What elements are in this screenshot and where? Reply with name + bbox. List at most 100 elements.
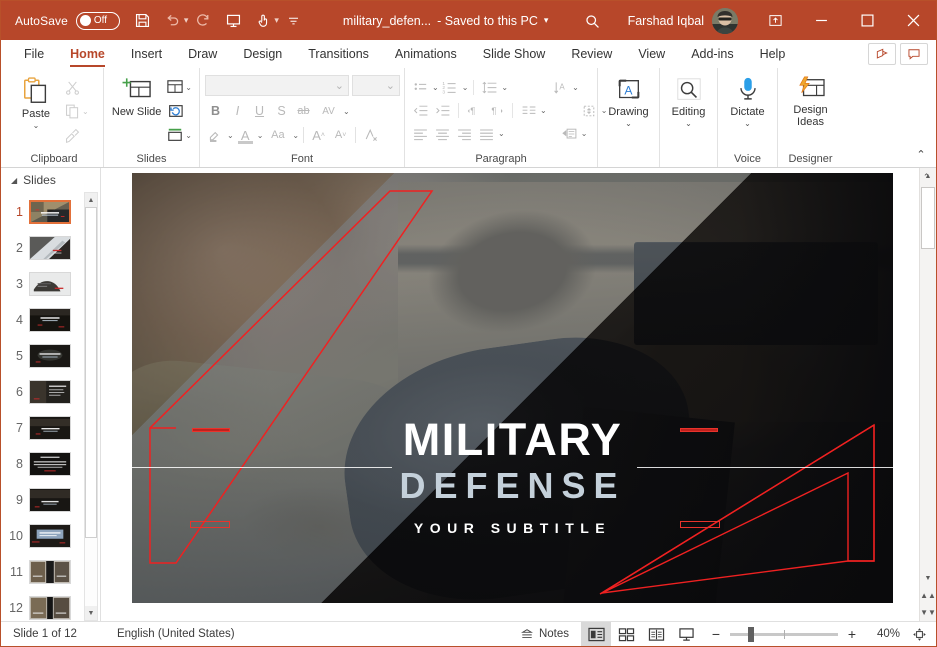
increase-indent-icon[interactable] (432, 100, 453, 121)
underline-button[interactable]: U (249, 101, 270, 122)
align-right-icon[interactable] (454, 123, 475, 144)
redo-icon[interactable] (188, 6, 218, 36)
drawing-button[interactable]: A Drawing ⌄ (603, 73, 654, 128)
tab-insert[interactable]: Insert (118, 40, 175, 68)
layout-button[interactable]: ⌄ (164, 76, 194, 98)
copy-dropdown-icon[interactable]: ⌄ (82, 107, 89, 116)
bullets-dropdown-icon[interactable]: ⌄ (432, 83, 439, 92)
thumbnail-scroll-thumb[interactable] (85, 207, 97, 539)
slide-vertical-scrollbar[interactable]: ▲ ▼ ▲▲ ▼▼ (919, 168, 936, 621)
drawing-dropdown-icon[interactable]: ⌄ (625, 119, 632, 128)
bullets-icon[interactable] (410, 77, 431, 98)
comments-button[interactable] (900, 43, 928, 65)
design-ideas-button[interactable]: Design Ideas (783, 73, 838, 128)
line-spacing-dropdown-icon[interactable]: ⌄ (501, 83, 508, 92)
slide-title-placeholder[interactable]: MILITARY DEFENSE YOUR SUBTITLE (132, 416, 893, 537)
autosave-toggle[interactable]: Off (75, 11, 120, 30)
zoom-slider[interactable] (730, 626, 838, 642)
change-case-button[interactable]: Aa (264, 125, 291, 146)
save-icon[interactable] (128, 6, 158, 36)
editing-dropdown-icon[interactable]: ⌄ (685, 119, 692, 128)
start-slideshow-icon[interactable] (218, 6, 248, 36)
thumbnail-scroll-track[interactable] (85, 207, 97, 606)
font-color-dropdown-icon[interactable]: ⌄ (257, 131, 264, 140)
next-slide-button[interactable]: ▼▼ (920, 604, 936, 621)
zoom-slider-thumb[interactable] (748, 626, 754, 642)
decrease-font-size-button[interactable]: A ˅ (330, 125, 351, 146)
zoom-in-button[interactable]: + (845, 627, 859, 641)
tab-transitions[interactable]: Transitions (295, 40, 382, 68)
dictate-dropdown-icon[interactable]: ⌄ (744, 119, 751, 128)
document-title-dropdown-icon[interactable]: ▾ (544, 15, 549, 26)
convert-to-smartart-dropdown-icon[interactable]: ⌄ (581, 129, 588, 138)
strikethrough-button[interactable]: ab (293, 101, 314, 122)
slideshow-button[interactable] (671, 622, 701, 646)
left-to-right-icon[interactable]: ¶ (464, 100, 485, 121)
text-direction-dropdown-icon[interactable]: ⌄ (572, 83, 579, 92)
maximize-icon[interactable] (844, 1, 890, 40)
paste-dropdown-icon[interactable]: ⌄ (33, 121, 40, 130)
text-shadow-button[interactable]: S (271, 101, 292, 122)
italic-button[interactable]: I (227, 101, 248, 122)
font-color-button[interactable]: A (235, 125, 256, 146)
customize-quick-access-toolbar-icon[interactable] (279, 6, 309, 36)
copy-button[interactable]: ⌄ (62, 100, 91, 122)
scroll-top-icon[interactable]: ⌃ (919, 170, 934, 184)
convert-to-smartart-icon[interactable] (559, 123, 580, 144)
tab-draw[interactable]: Draw (175, 40, 230, 68)
previous-slide-button[interactable]: ▲▲ (920, 587, 936, 604)
avatar[interactable] (712, 7, 738, 34)
tab-animations[interactable]: Animations (382, 40, 470, 68)
text-highlight-dropdown-icon[interactable]: ⌄ (227, 131, 234, 140)
text-highlight-icon[interactable] (205, 125, 226, 146)
reading-view-button[interactable] (641, 622, 671, 646)
search-icon[interactable] (579, 9, 605, 33)
line-spacing-icon[interactable] (479, 77, 500, 98)
increase-font-size-button[interactable]: A ˄ (308, 125, 329, 146)
collapse-ribbon-icon[interactable]: ⌃ (912, 145, 930, 163)
reset-button[interactable] (164, 100, 194, 122)
justify-icon[interactable] (476, 123, 497, 144)
scroll-thumb[interactable] (921, 187, 935, 249)
cut-button[interactable] (62, 76, 91, 98)
justify-dropdown-icon[interactable]: ⌄ (498, 129, 505, 138)
slide-sorter-button[interactable] (611, 622, 641, 646)
notes-button[interactable]: Notes (508, 622, 581, 646)
slide-editing-surface[interactable]: MILITARY DEFENSE YOUR SUBTITLE (132, 173, 893, 603)
format-painter-button[interactable] (62, 124, 91, 146)
clear-formatting-icon[interactable] (360, 125, 381, 146)
thumbnail-scroll-down-icon[interactable]: ▼ (85, 606, 97, 620)
tab-file[interactable]: File (11, 40, 57, 68)
right-to-left-icon[interactable]: ¶ (486, 100, 507, 121)
ribbon-display-options-icon[interactable] (752, 1, 798, 40)
zoom-out-button[interactable]: − (709, 627, 723, 641)
numbering-icon[interactable]: 123 (440, 77, 461, 98)
paste-button[interactable]: Paste ⌄ (10, 73, 62, 130)
tab-slide-show[interactable]: Slide Show (470, 40, 559, 68)
new-slide-button[interactable]: New Slide (109, 73, 164, 119)
tab-home[interactable]: Home (57, 40, 118, 68)
change-case-dropdown-icon[interactable]: ⌄ (292, 131, 299, 140)
align-left-icon[interactable] (410, 123, 431, 144)
character-spacing-button[interactable]: AV (315, 101, 342, 122)
layout-dropdown-icon[interactable]: ⌄ (185, 83, 192, 92)
tab-view[interactable]: View (625, 40, 678, 68)
minimize-icon[interactable] (798, 1, 844, 40)
close-icon[interactable] (890, 1, 936, 40)
section-button[interactable]: ⌄ (164, 124, 194, 146)
collapse-slides-icon[interactable]: ◢ (11, 176, 17, 185)
columns-icon[interactable] (518, 100, 539, 121)
section-dropdown-icon[interactable]: ⌄ (185, 131, 192, 140)
thumbnail-scrollbar[interactable]: ▲ ▼ (84, 192, 98, 621)
tab-add-ins[interactable]: Add-ins (678, 40, 746, 68)
font-size-input[interactable]: ⌄ (352, 75, 400, 96)
dictate-button[interactable]: Dictate ⌄ (723, 73, 772, 128)
language-indicator[interactable]: English (United States) (77, 628, 235, 640)
fit-slide-to-window-icon[interactable] (908, 627, 936, 642)
editing-button[interactable]: Editing ⌄ (665, 73, 712, 128)
character-spacing-dropdown-icon[interactable]: ⌄ (343, 107, 350, 116)
normal-view-button[interactable] (581, 622, 611, 646)
scroll-track[interactable] (920, 185, 936, 570)
bold-button[interactable]: B (205, 101, 226, 122)
tab-help[interactable]: Help (747, 40, 799, 68)
